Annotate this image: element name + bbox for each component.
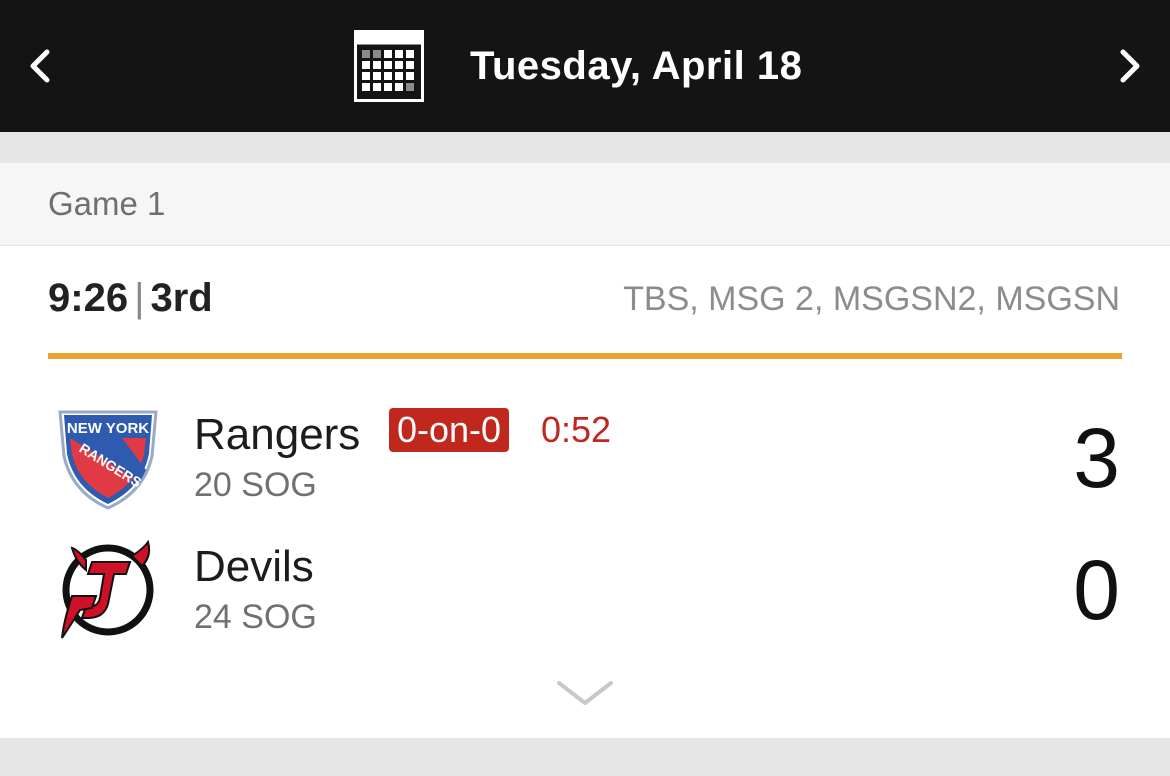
expand-details-button[interactable] — [555, 676, 615, 712]
svg-text:NEW YORK: NEW YORK — [67, 420, 149, 437]
team-name-rangers: Rangers — [194, 410, 361, 459]
chevron-right-icon — [1120, 49, 1140, 83]
date-title: Tuesday, April 18 — [470, 43, 803, 88]
devils-logo — [61, 540, 154, 639]
game-clock: 9:26 — [48, 276, 129, 320]
shots-on-goal-devils: 24 SOG — [194, 598, 317, 636]
previous-day-button[interactable] — [12, 38, 68, 94]
status-separator: | — [134, 276, 145, 320]
shots-on-goal-rangers: 20 SOG — [194, 466, 317, 504]
broadcast-networks: TBS, MSG 2, MSGSN2, MSGSN — [623, 280, 1120, 318]
chevron-down-icon — [557, 681, 613, 705]
game-status: 9:26 | 3rd — [48, 276, 213, 322]
game-section-header: Game 1 — [0, 163, 1170, 246]
game-progress-line — [48, 353, 1122, 359]
game-card[interactable]: 9:26 | 3rd TBS, MSG 2, MSGSN2, MSGSN NEW Y… — [0, 246, 1170, 738]
calendar-icon — [354, 30, 424, 102]
date-picker[interactable]: Tuesday, April 18 — [354, 30, 802, 102]
top-nav-bar: Tuesday, April 18 — [0, 0, 1170, 132]
team-row-rangers[interactable]: NEW YORK RANGERS Rangers 0-on-0 0:52 20 … — [0, 402, 1170, 512]
game-period: 3rd — [150, 276, 213, 320]
power-play-badge: 0-on-0 — [389, 408, 510, 452]
team-row-devils[interactable]: Devils 24 SOG 0 — [0, 534, 1170, 644]
team-name-devils: Devils — [194, 542, 314, 591]
rangers-logo: NEW YORK RANGERS — [58, 410, 158, 510]
section-divider — [0, 132, 1170, 163]
power-play-time: 0:52 — [541, 409, 612, 450]
score-devils: 0 — [1073, 543, 1120, 637]
game-label: Game 1 — [48, 185, 166, 222]
next-day-button[interactable] — [1102, 38, 1158, 94]
chevron-left-icon — [30, 49, 50, 83]
section-divider-bottom — [0, 738, 1170, 776]
score-rangers: 3 — [1073, 411, 1120, 505]
